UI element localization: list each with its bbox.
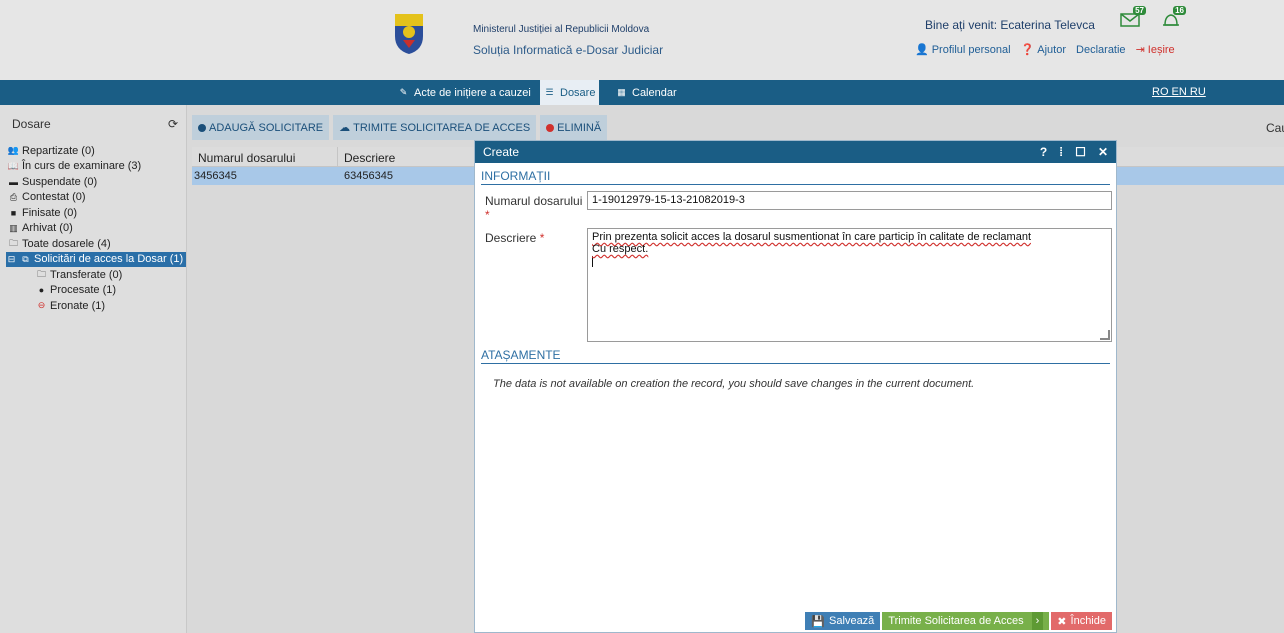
descriere-line: Cu respect. [592, 243, 649, 255]
mail-notification[interactable]: 57 [1120, 6, 1146, 30]
nav-acte[interactable]: ✎ Acte de inițiere a cauzei [394, 80, 535, 105]
briefcase-icon: ▬ [9, 176, 18, 187]
check-icon: ● [38, 285, 45, 296]
help-link[interactable]: ❓ Ajutor [1020, 43, 1066, 57]
attachments-note: The data is not available on creation th… [493, 378, 975, 390]
sidebar-item-procesate[interactable]: ● Procesate (1) [8, 283, 186, 299]
save-icon: 💾 [811, 615, 826, 628]
resize-handle-icon[interactable] [1100, 330, 1110, 340]
delete-button[interactable]: ELIMINĂ [540, 115, 608, 140]
dialog-footer: 💾 Salvează Trimite Solicitarea de Acces … [475, 612, 1116, 632]
add-request-button[interactable]: ADAUGĂ SOLICITARE [192, 115, 330, 140]
printer-icon: ⎙ [9, 191, 18, 202]
mail-count-badge: 57 [1133, 6, 1146, 15]
section-info-heading: INFORMAȚII [481, 169, 1110, 185]
refresh-icon[interactable]: ⟳ [168, 117, 178, 131]
access-icon: ⧉ [22, 253, 29, 264]
send-request-button[interactable]: Trimite Solicitarea de Acces › [882, 612, 1050, 630]
text-caret [592, 256, 593, 267]
user-links: 👤 Profilul personal ❓ Ajutor Declaratie ⇥ I… [915, 43, 1175, 57]
descriere-label: Descriere * [485, 231, 545, 245]
welcome-text: Bine ați venit: Ecaterina Televca [925, 18, 1095, 32]
chevron-right-icon: › [1031, 612, 1044, 630]
sidebar-tree: 👥 Repartizate (0) 📖 În curs de examinare (… [0, 143, 186, 314]
ministry-name: Ministerul Justiției al Republicii Moldo… [473, 24, 650, 35]
minus-icon [546, 123, 555, 132]
sidebar: Dosare ⟳ 👥 Repartizate (0) 📖 În curs de ex… [0, 105, 187, 633]
plus-icon [198, 123, 206, 132]
nav-calendar[interactable]: ▦ Calendar [612, 80, 681, 105]
send-access-request-button[interactable]: ☁ TRIMITE SOLICITAREA DE ACCES [333, 115, 537, 140]
calendar-icon: ▦ [617, 87, 626, 97]
question-icon: ❓ [1020, 44, 1035, 56]
sidebar-item-transferate[interactable]: 🗀 Transferate (0) [8, 267, 186, 283]
list-icon: ☰ [545, 87, 554, 97]
maximize-icon[interactable]: ☐ [1075, 145, 1086, 159]
form-row-numar: Numarul dosarului * 1-19012979-15-13-210… [475, 191, 1116, 222]
section-attachments-heading: ATAȘAMENTE [481, 348, 1110, 364]
collapse-icon[interactable]: ⊟ [6, 254, 17, 265]
save-button[interactable]: 💾 Salvează [805, 612, 881, 630]
declaration-link[interactable]: Declaratie [1076, 44, 1126, 56]
sidebar-item-eronate[interactable]: ⊖ Eronate (1) [8, 298, 186, 314]
form-row-descriere: Descriere * Prin prezenta solicit acces … [475, 228, 1116, 342]
nav-dosare[interactable]: ☰ Dosare [540, 80, 600, 105]
book-icon: 📖 [7, 160, 20, 171]
sidebar-item-finisate[interactable]: ■ Finisate (0) [8, 205, 186, 221]
system-name: Soluția Informatică e-Dosar Judiciar [473, 43, 664, 57]
sidebar-item-toate[interactable]: 🗀 Toate dosarele (4) [8, 236, 186, 252]
numar-label: Numarul dosarului * [485, 194, 583, 222]
help-icon[interactable]: ? [1040, 145, 1047, 159]
moldova-crest-icon [395, 14, 423, 54]
sidebar-item-suspendate[interactable]: ▬ Suspendate (0) [8, 174, 186, 190]
main-navbar: ✎ Acte de inițiere a cauzei ☰ Dosare ▦ C… [0, 80, 1284, 105]
archive-icon: ▥ [9, 222, 18, 233]
book-closed-icon: ■ [10, 207, 17, 218]
upload-icon: ☁ [339, 122, 351, 134]
user-icon: 👤 [915, 44, 929, 56]
sidebar-item-solicitari[interactable]: ⊟ ⧉ Solicitări de acces la Dosar (1) [6, 251, 186, 267]
descriere-line: Prin prezenta solicit acces la dosarul s… [592, 231, 1031, 243]
sidebar-item-repartizate[interactable]: 👥 Repartizate (0) [8, 143, 186, 159]
close-icon: ✖ [1057, 615, 1067, 628]
folder-icon: 🗀 [8, 237, 18, 248]
bell-notification[interactable]: 16 [1160, 6, 1186, 30]
info-icon[interactable]: ⁞ [1059, 145, 1063, 159]
minus-icon: ⊖ [37, 300, 46, 311]
edit-icon: ✎ [399, 87, 408, 97]
sidebar-item-arhivat[interactable]: ▥ Arhivat (0) [8, 221, 186, 237]
search-label: Cau [1266, 121, 1284, 135]
action-toolbar: ADAUGĂ SOLICITARE ☁ TRIMITE SOLICITAREA … [192, 115, 608, 140]
column-header[interactable]: Numarul dosarului [192, 147, 338, 166]
language-switcher[interactable]: RO EN RU [1152, 86, 1206, 98]
dialog-titlebar[interactable]: Create ? ⁞ ☐ ✕ [475, 141, 1116, 163]
close-button[interactable]: ✖ Închide [1051, 612, 1112, 630]
sidebar-item-contestat[interactable]: ⎙ Contestat (0) [8, 190, 186, 206]
profile-link[interactable]: 👤 Profilul personal [915, 43, 1011, 57]
create-dialog: Create ? ⁞ ☐ ✕ INFORMAȚII Numarul dosaru… [474, 140, 1117, 633]
numar-dosar-input[interactable]: 1-19012979-15-13-21082019-3 [587, 191, 1112, 210]
app-header: Ministerul Justiției al Republicii Moldo… [0, 0, 1284, 80]
users-icon: 👥 [7, 145, 20, 156]
logout-icon: ⇥ [1135, 44, 1145, 56]
logout-link[interactable]: ⇥ Ieșire [1135, 43, 1175, 57]
sidebar-title: Dosare [12, 117, 51, 131]
sidebar-item-in-curs[interactable]: 📖 În curs de examinare (3) [8, 159, 186, 175]
close-icon[interactable]: ✕ [1098, 145, 1108, 159]
sidebar-header: Dosare ⟳ [0, 105, 186, 143]
folder-icon: 🗀 [36, 268, 46, 279]
table-cell: 3456345 [194, 170, 237, 182]
descriere-textarea[interactable]: Prin prezenta solicit acces la dosarul s… [587, 228, 1112, 342]
dialog-title: Create [483, 145, 520, 159]
bell-count-badge: 16 [1173, 6, 1186, 15]
